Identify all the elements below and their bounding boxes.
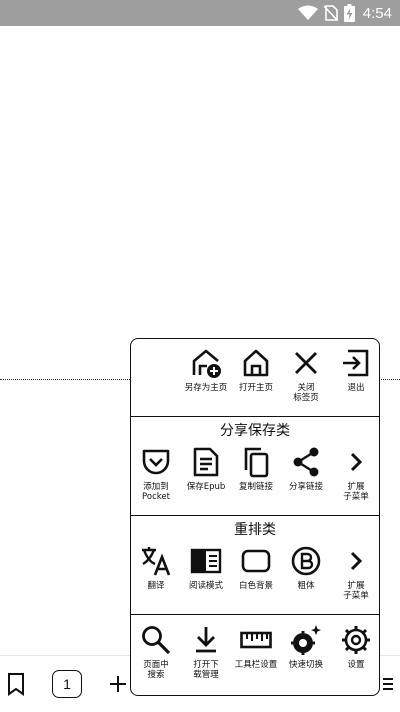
- item-label: 设置: [347, 660, 365, 670]
- home-add-icon: [192, 349, 221, 378]
- bold-icon: [291, 546, 321, 576]
- item-label: 工具栏设置: [234, 660, 278, 670]
- document-icon: [193, 447, 219, 477]
- gear-icon: [342, 626, 370, 654]
- item-label: 复制链接: [238, 482, 273, 492]
- close-icon: [295, 352, 317, 374]
- find-in-page-button[interactable]: 页面中 搜索: [131, 624, 181, 680]
- search-icon: [142, 626, 171, 655]
- item-label: 翻译: [147, 581, 165, 591]
- expand-submenu-button[interactable]: 扩展 子菜单: [331, 446, 379, 502]
- menu-button[interactable]: [380, 674, 394, 694]
- item-label: 快速切换: [288, 660, 323, 670]
- translate-button[interactable]: 翻译: [131, 545, 181, 591]
- new-tab-button[interactable]: [106, 672, 130, 696]
- bold-button[interactable]: 粗体: [281, 545, 331, 591]
- toolbar-settings-button[interactable]: 工具栏设置: [231, 624, 281, 670]
- no-sim-icon: [323, 5, 338, 21]
- section-title: 分享保存类: [220, 423, 290, 439]
- item-label: 打开下 载管理: [193, 660, 219, 680]
- quick-switch-button[interactable]: 快速切换: [281, 624, 331, 670]
- pocket-icon: [142, 449, 170, 475]
- white-background-button[interactable]: 白色背景: [231, 545, 281, 591]
- chevron-right-icon: [350, 551, 363, 571]
- tab-count: 1: [52, 670, 82, 698]
- white-background-icon: [241, 549, 271, 573]
- share-link-button[interactable]: 分享链接: [281, 446, 331, 492]
- section-title: 重排类: [234, 522, 276, 538]
- item-label: 页面中 搜索: [143, 660, 169, 680]
- item-label: 添加到 Pocket: [142, 482, 170, 502]
- save-epub-button[interactable]: 保存Epub: [181, 446, 231, 492]
- menu-divider: [131, 515, 379, 516]
- wifi-icon: [297, 5, 318, 20]
- copy-link-button[interactable]: 复制链接: [231, 446, 281, 492]
- item-label: 阅读模式: [188, 581, 223, 591]
- plus-icon: [110, 676, 126, 692]
- reader-mode-icon: [190, 548, 222, 574]
- exit-button[interactable]: 退出: [331, 347, 379, 393]
- chevron-right-icon: [350, 452, 363, 472]
- menu-top-row: 另存为主页 打开主页 关闭 标签页 退出: [131, 339, 379, 417]
- close-tab-button[interactable]: 关闭 标签页: [281, 347, 331, 403]
- translate-icon: [142, 547, 171, 576]
- menu-icon: [383, 678, 393, 690]
- exit-icon: [343, 349, 369, 377]
- settings-button[interactable]: 设置: [331, 624, 379, 670]
- share-icon: [293, 447, 319, 477]
- status-icons: 4:54: [297, 0, 392, 26]
- download-icon: [196, 627, 216, 653]
- item-label: 扩展 子菜单: [343, 581, 369, 601]
- item-label: 关闭 标签页: [293, 383, 319, 403]
- add-to-pocket-button[interactable]: 添加到 Pocket: [131, 446, 181, 502]
- expand-submenu-button[interactable]: 扩展 子菜单: [331, 545, 379, 601]
- item-label: 白色背景: [238, 581, 273, 591]
- menu-divider: [131, 614, 379, 615]
- item-label: 分享链接: [288, 482, 323, 492]
- download-manager-button[interactable]: 打开下 载管理: [181, 624, 231, 680]
- item-label: 另存为主页: [184, 383, 228, 393]
- quick-switch-icon: [291, 625, 321, 655]
- quick-menu: 另存为主页 打开主页 关闭 标签页 退出 分享保存类 添加到 Pocket 保存…: [130, 338, 380, 696]
- item-label: 粗体: [297, 581, 315, 591]
- status-time: 4:54: [362, 4, 392, 22]
- tools-row: 页面中 搜索 打开下 载管理 工具栏设置 快速切换 设置: [131, 616, 379, 695]
- bookmark-icon: [8, 673, 24, 696]
- copy-icon: [244, 447, 269, 478]
- ruler-icon: [240, 631, 272, 649]
- item-label: 保存Epub: [186, 482, 226, 492]
- share-save-section: 分享保存类 添加到 Pocket 保存Epub 复制链接 分享链接 扩展 子菜单: [131, 418, 379, 516]
- item-label: 退出: [347, 383, 365, 393]
- menu-divider: [131, 416, 379, 417]
- status-bar: 4:54: [0, 0, 400, 26]
- open-homepage-button[interactable]: 打开主页: [231, 347, 281, 393]
- home-icon: [243, 349, 269, 377]
- battery-charging-icon: [343, 4, 355, 22]
- tabs-button[interactable]: 1: [52, 670, 82, 698]
- bookmark-button[interactable]: [4, 670, 28, 698]
- save-as-homepage-button[interactable]: 另存为主页: [181, 347, 231, 393]
- reflow-section: 重排类 翻译 阅读模式 白色背景 粗体 扩展 子菜单: [131, 517, 379, 615]
- item-label: 扩展 子菜单: [343, 482, 369, 502]
- item-label: 打开主页: [238, 383, 273, 393]
- reader-mode-button[interactable]: 阅读模式: [181, 545, 231, 591]
